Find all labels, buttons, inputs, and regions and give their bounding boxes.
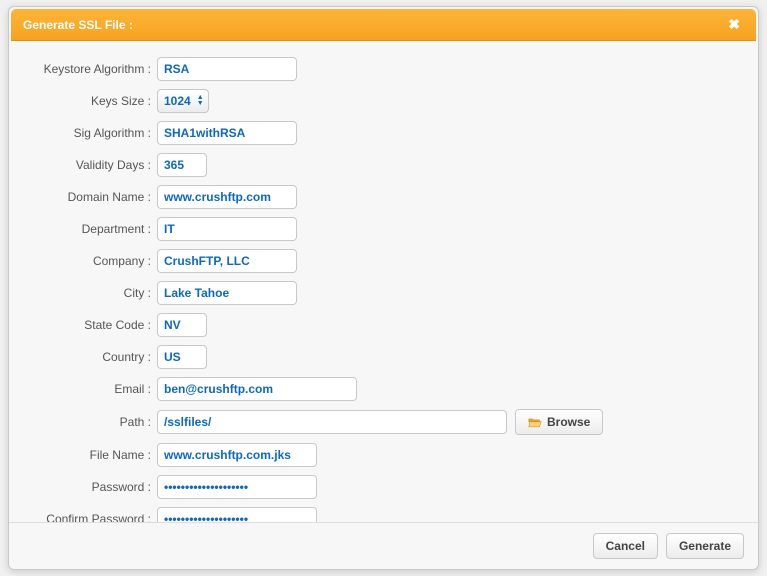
company-input[interactable] bbox=[157, 249, 297, 273]
keys-size-value: 1024 bbox=[164, 94, 195, 108]
folder-open-icon bbox=[528, 417, 542, 428]
modal-titlebar: Generate SSL File : ✖ bbox=[11, 9, 756, 41]
label-validity-days: Validity Days : bbox=[27, 158, 157, 172]
label-email: Email : bbox=[27, 382, 157, 396]
generate-button[interactable]: Generate bbox=[666, 533, 744, 559]
label-keys-size: Keys Size : bbox=[27, 94, 157, 108]
browse-button[interactable]: Browse bbox=[515, 409, 603, 435]
keystore-algorithm-input[interactable] bbox=[157, 57, 297, 81]
state-code-input[interactable] bbox=[157, 313, 207, 337]
validity-days-input[interactable] bbox=[157, 153, 207, 177]
modal-title: Generate SSL File : bbox=[23, 18, 133, 32]
path-input[interactable] bbox=[157, 410, 507, 434]
file-name-input[interactable] bbox=[157, 443, 317, 467]
label-city: City : bbox=[27, 286, 157, 300]
domain-name-input[interactable] bbox=[157, 185, 297, 209]
label-file-name: File Name : bbox=[27, 448, 157, 462]
stepper-icon: ▲▼ bbox=[195, 95, 204, 107]
label-company: Company : bbox=[27, 254, 157, 268]
confirm-password-input[interactable] bbox=[157, 507, 317, 522]
keys-size-select[interactable]: 1024 ▲▼ bbox=[157, 89, 209, 113]
form-area: Keystore Algorithm : Keys Size : 1024 ▲▼… bbox=[9, 43, 758, 522]
label-state-code: State Code : bbox=[27, 318, 157, 332]
label-path: Path : bbox=[27, 415, 157, 429]
cancel-button[interactable]: Cancel bbox=[593, 533, 658, 559]
label-keystore-algorithm: Keystore Algorithm : bbox=[27, 62, 157, 76]
label-country: Country : bbox=[27, 350, 157, 364]
department-input[interactable] bbox=[157, 217, 297, 241]
label-confirm-password: Confirm Password : bbox=[27, 512, 157, 522]
city-input[interactable] bbox=[157, 281, 297, 305]
browse-label: Browse bbox=[547, 415, 590, 429]
label-sig-algorithm: Sig Algorithm : bbox=[27, 126, 157, 140]
label-password: Password : bbox=[27, 480, 157, 494]
label-domain-name: Domain Name : bbox=[27, 190, 157, 204]
sig-algorithm-input[interactable] bbox=[157, 121, 297, 145]
email-input[interactable] bbox=[157, 377, 357, 401]
close-icon[interactable]: ✖ bbox=[724, 16, 744, 33]
country-input[interactable] bbox=[157, 345, 207, 369]
generate-ssl-modal: Generate SSL File : ✖ Keystore Algorithm… bbox=[8, 6, 759, 570]
label-department: Department : bbox=[27, 222, 157, 236]
modal-footer: Cancel Generate bbox=[9, 522, 758, 569]
password-input[interactable] bbox=[157, 475, 317, 499]
